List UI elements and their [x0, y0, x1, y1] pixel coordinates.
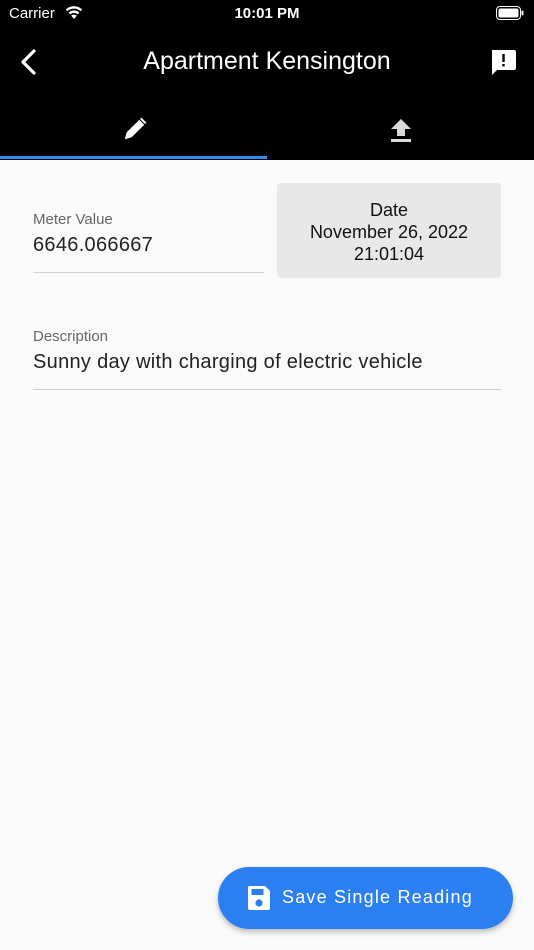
status-bar: Carrier 10:01 PM	[0, 0, 534, 28]
time-value: 21:01:04	[353, 244, 425, 264]
date-picker-button[interactable]: Date November 26, 2022 21:01:04	[277, 183, 501, 278]
battery-icon	[496, 6, 524, 25]
description-label: Description	[33, 328, 109, 345]
tab-indicator	[0, 156, 267, 159]
description-input[interactable]: Sunny day with charging of electric vehi…	[33, 351, 423, 374]
meter-value-input[interactable]: 6646.066667	[33, 234, 153, 257]
meter-value-label: Meter Value	[33, 211, 113, 228]
top-bar: Carrier 10:01 PM Apartment Kensington	[0, 0, 534, 160]
save-single-reading-button[interactable]: Save Single Reading	[218, 867, 513, 929]
tab-upload[interactable]	[267, 100, 534, 160]
tab-bar	[0, 100, 534, 160]
pencil-icon	[124, 117, 147, 140]
description-underline	[33, 389, 501, 390]
page-title: Apartment Kensington	[143, 47, 391, 75]
date-label: Date	[369, 200, 409, 220]
meter-value-underline	[33, 272, 264, 273]
upload-icon	[391, 119, 411, 142]
feedback-icon[interactable]	[489, 48, 517, 76]
date-value: November 26, 2022	[309, 222, 469, 242]
app-bar: Apartment Kensington	[0, 34, 534, 94]
status-time: 10:01 PM	[234, 5, 300, 22]
save-button-label: Save Single Reading	[282, 887, 473, 907]
save-icon	[247, 885, 271, 916]
tab-edit[interactable]	[0, 100, 267, 160]
